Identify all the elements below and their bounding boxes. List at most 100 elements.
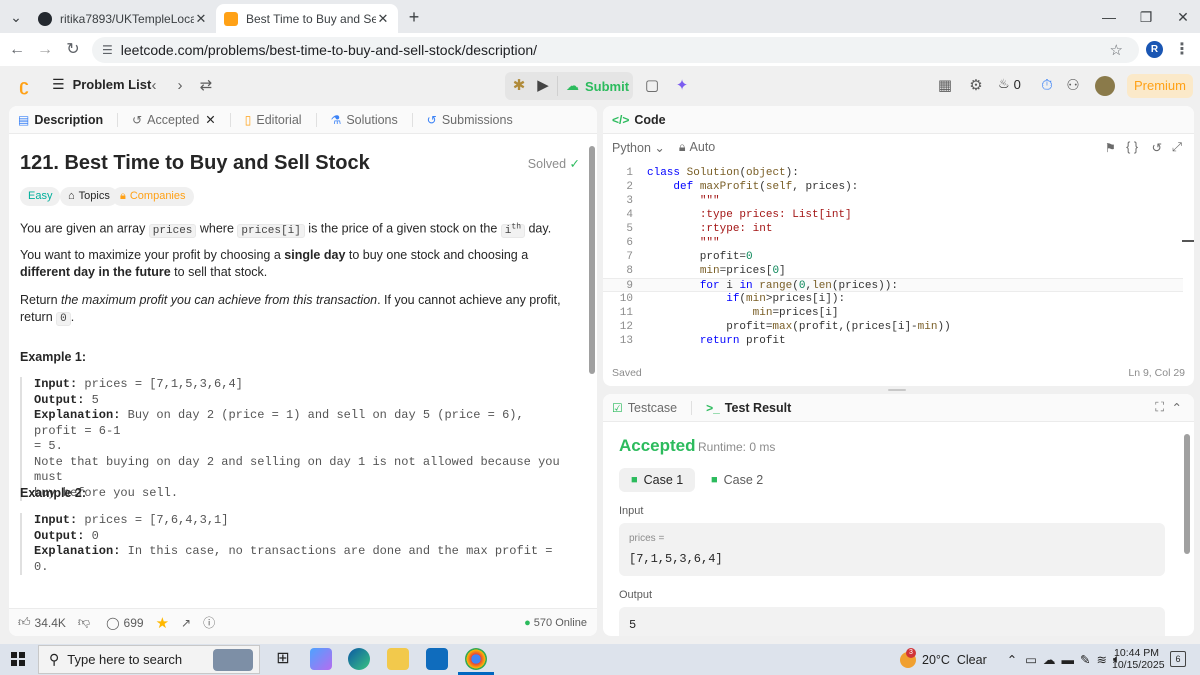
pen-icon[interactable]: ✎	[1080, 652, 1090, 667]
ai-sparkle-icon[interactable]: ✦	[672, 76, 692, 96]
tab-solutions[interactable]: ⚗ Solutions	[331, 113, 398, 127]
tab-code[interactable]: </> Code	[612, 113, 666, 127]
panel-resize-handle[interactable]	[888, 389, 906, 391]
close-icon[interactable]: ✕	[205, 112, 215, 127]
line-number: 8	[626, 265, 633, 277]
browser-tab-github[interactable]: ritika7893/UKTempleLocal ✕	[30, 4, 216, 33]
like-button[interactable]: 👍︎ 34.4K	[18, 615, 66, 630]
run-icon[interactable]: ▶	[533, 76, 553, 96]
label: Input:	[34, 513, 78, 527]
settings-gear-icon[interactable]: ⚙	[966, 76, 986, 96]
maximize-icon[interactable]: ❐	[1135, 6, 1157, 28]
label: Input:	[34, 377, 78, 391]
battery-icon[interactable]: ▬	[1062, 653, 1075, 667]
statement-paragraph-3: Return the maximum profit you can achiev…	[20, 292, 572, 328]
bookmark-star-icon[interactable]: ☆	[1110, 41, 1123, 59]
tablet-icon[interactable]: ▭	[1025, 652, 1037, 667]
leetcode-logo-icon[interactable]: ʗ	[14, 76, 34, 96]
premium-button[interactable]: Premium	[1127, 74, 1193, 98]
clock[interactable]: 10:44 PM 10/15/2025	[1112, 647, 1165, 671]
text: day.	[525, 221, 552, 236]
tab-description[interactable]: ▤ Description	[18, 113, 103, 127]
code-line: 1 class Solution(object):	[603, 166, 1183, 180]
language-select[interactable]: Python ⌄	[612, 140, 665, 155]
maximize-panel-icon[interactable]: ⛶	[1155, 400, 1164, 415]
shuffle-icon[interactable]: ⇄	[196, 76, 216, 96]
windows-start-icon[interactable]	[11, 652, 25, 666]
editor-toolbar: Python ⌄ 🔒︎ Auto ⚑ { } ↺ ⤢	[603, 134, 1194, 160]
bookmark-icon[interactable]: ⚑	[1105, 140, 1116, 155]
submit-button[interactable]: ☁ Submit	[566, 72, 629, 100]
leetcode-favicon-icon	[224, 11, 238, 26]
tab-accepted[interactable]: ↺ Accepted ✕	[132, 112, 216, 128]
next-problem-icon[interactable]: ›	[170, 76, 190, 96]
tab-test-result[interactable]: >_ Test Result	[706, 401, 791, 415]
favorite-star-icon[interactable]: ★	[156, 614, 169, 632]
checkbox-icon: ■	[711, 474, 718, 486]
notification-center-icon[interactable]: 6	[1170, 651, 1186, 667]
tab-testcase[interactable]: ☑ Testcase	[612, 401, 677, 415]
user-avatar[interactable]	[1095, 76, 1115, 96]
collapse-icon[interactable]: ⌃	[1172, 400, 1182, 415]
debug-icon[interactable]: ✱	[509, 76, 529, 96]
result-tabs: ☑ Testcase >_ Test Result ⛶ ⌃	[603, 394, 1194, 422]
tab-label: Solutions	[346, 112, 398, 127]
reset-icon[interactable]: ↺	[1152, 140, 1162, 155]
case-1-tab[interactable]: ■ Case 1	[619, 468, 696, 492]
tab-search-icon[interactable]: ⌄	[5, 6, 27, 28]
format-braces-icon[interactable]: { }	[1126, 140, 1138, 154]
new-tab-icon[interactable]: +	[403, 6, 425, 28]
reload-icon[interactable]: ↻	[61, 38, 85, 62]
timer-icon[interactable]: ⏱	[1037, 76, 1057, 96]
problem-list-button[interactable]: ☰ Problem List	[52, 76, 151, 93]
close-tab-icon[interactable]: ✕	[194, 11, 208, 27]
copilot-icon[interactable]	[310, 648, 332, 670]
outlook-icon[interactable]	[426, 648, 448, 670]
scrollbar-thumb[interactable]	[589, 146, 595, 374]
code-editor[interactable]: 1 class Solution(object): 2 def maxProfit…	[603, 166, 1183, 352]
help-icon[interactable]: ⓘ	[203, 614, 215, 631]
file-explorer-icon[interactable]	[387, 648, 409, 670]
edge-icon[interactable]	[348, 648, 370, 670]
weather-icon[interactable]: 3	[900, 647, 916, 668]
layout-icon[interactable]: ▦	[935, 76, 955, 96]
divider	[411, 112, 413, 127]
wifi-icon[interactable]: ≋	[1097, 652, 1107, 667]
terminal-icon: >_	[706, 400, 720, 415]
divider	[315, 112, 317, 127]
url-bar[interactable]: ☰ leetcode.com/problems/best-time-to-buy…	[92, 37, 1139, 63]
dislike-button[interactable]: 👎︎	[78, 615, 94, 630]
task-view-icon[interactable]: ⊞	[272, 648, 294, 670]
notes-icon[interactable]: ▢	[642, 76, 662, 96]
expand-icon[interactable]: ⤢	[1172, 140, 1182, 155]
minimize-icon[interactable]: —	[1098, 6, 1120, 28]
streak-counter[interactable]: ♨ 0	[998, 76, 1021, 92]
cloud-icon[interactable]: ☁	[1043, 652, 1056, 667]
add-friend-icon[interactable]: ⚇	[1063, 76, 1083, 96]
close-tab-icon[interactable]: ✕	[376, 11, 390, 27]
taskbar-search-input[interactable]: ⚲ Type here to search	[38, 645, 260, 674]
topics-button[interactable]: ⌂ Topics	[60, 187, 118, 206]
value: 0	[91, 528, 99, 543]
companies-button[interactable]: 🔒︎ Companies	[112, 187, 194, 206]
forward-icon[interactable]: →	[33, 38, 57, 62]
back-icon[interactable]: ←	[5, 38, 29, 62]
topics-label: Topics	[78, 190, 110, 202]
prev-problem-icon[interactable]: ‹	[144, 76, 164, 96]
tab-submissions[interactable]: ↺ Submissions	[427, 113, 513, 127]
browser-menu-icon[interactable]: ⋮	[1170, 38, 1194, 62]
bold-text: single day	[284, 248, 346, 262]
mode-label[interactable]: Auto	[690, 140, 716, 154]
share-icon[interactable]: ↗	[181, 616, 191, 630]
profile-avatar[interactable]: R	[1146, 41, 1163, 58]
case-2-tab[interactable]: ■ Case 2	[699, 468, 775, 492]
comments-button[interactable]: ◯ 699	[106, 616, 143, 630]
chevron-up-icon[interactable]: ⌃	[1007, 652, 1017, 667]
scrollbar-thumb[interactable]	[1184, 434, 1190, 554]
tab-editorial[interactable]: ▯ Editorial	[245, 113, 302, 127]
site-info-icon[interactable]: ☰	[102, 43, 113, 57]
close-window-icon[interactable]: ✕	[1172, 6, 1194, 28]
value: buy before you sell.	[34, 485, 179, 500]
browser-tab-leetcode[interactable]: Best Time to Buy and Sell Stock ✕	[216, 4, 398, 33]
chrome-icon[interactable]	[465, 648, 487, 670]
